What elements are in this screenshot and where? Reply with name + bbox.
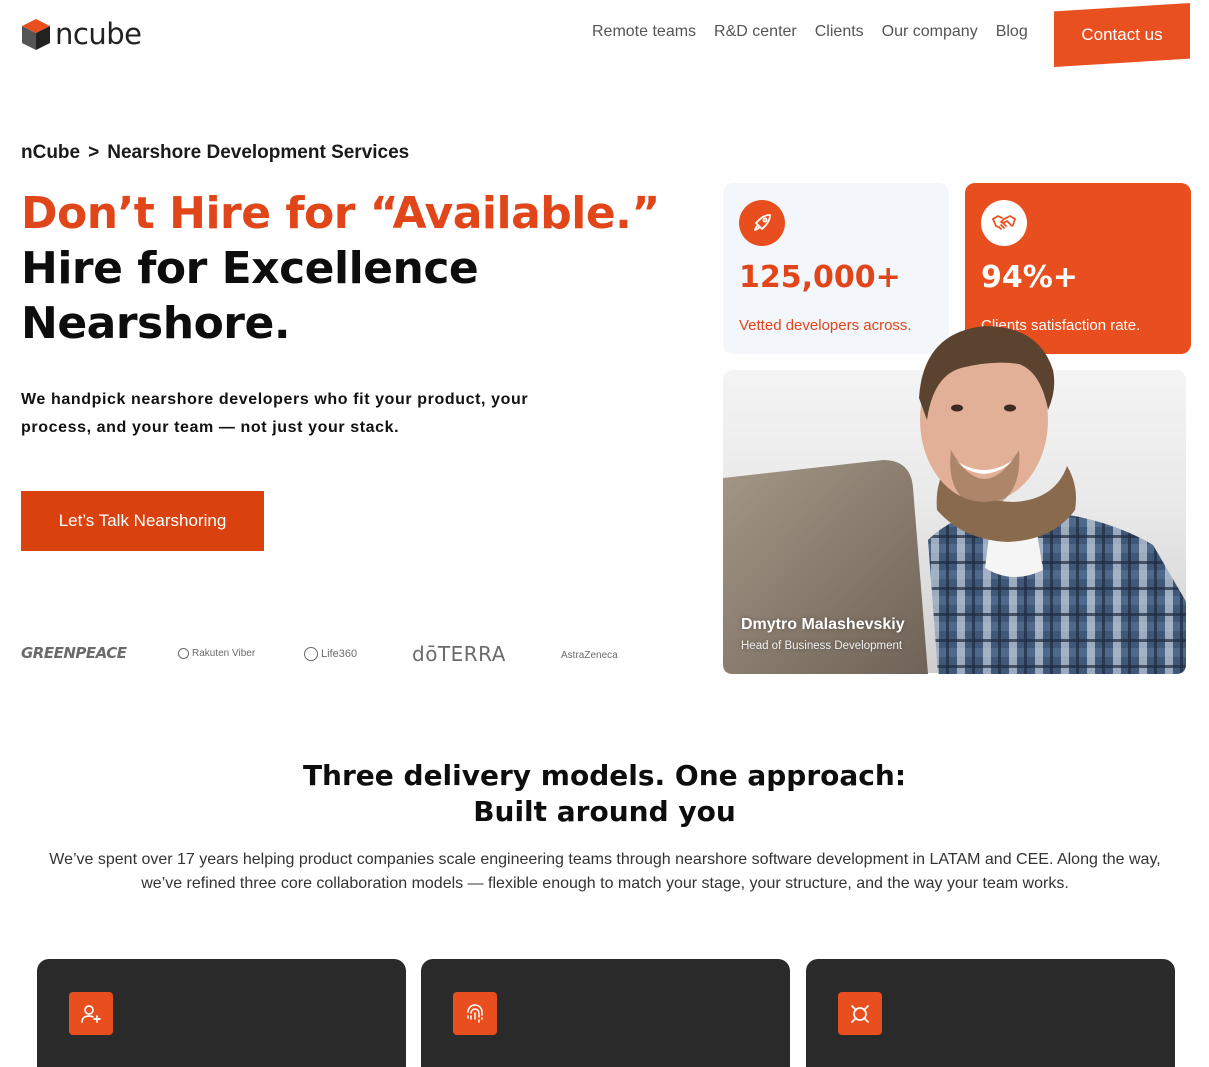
- nav-remote-teams[interactable]: Remote teams: [592, 23, 696, 41]
- doterra-logo: dōTERRA: [412, 642, 506, 666]
- hero-title-line2: Hire for Excellence: [21, 243, 479, 294]
- delivery-model-card-2[interactable]: [421, 959, 790, 1067]
- hero-title-line3: Nearshore.: [21, 298, 291, 349]
- stat-value-developers: 125,000+: [739, 260, 901, 295]
- breadcrumb: nCube > Nearshore Development Services: [21, 142, 409, 164]
- delivery-models-title: Three delivery models. One approach: Bui…: [0, 758, 1209, 830]
- user-plus-icon: [69, 992, 113, 1035]
- site-header: ncube Remote teams R&D center Clients Ou…: [0, 0, 1209, 80]
- person-name: Dmytro Malashevskiy: [741, 616, 905, 633]
- contact-us-button[interactable]: Contact us: [1054, 3, 1190, 67]
- greenpeace-logo: GREENPEACE: [21, 644, 127, 662]
- astrazeneca-logo: AstraZeneca: [561, 650, 618, 661]
- nav-clients[interactable]: Clients: [815, 23, 864, 41]
- logo-text: ncube: [55, 17, 142, 51]
- delivery-model-card-3[interactable]: [806, 959, 1175, 1067]
- viber-ring-icon: [178, 648, 189, 659]
- hero-subtitle: We handpick nearshore developers who fit…: [21, 391, 529, 436]
- handshake-icon: [981, 200, 1027, 246]
- breadcrumb-current: Nearshore Development Services: [107, 142, 410, 163]
- nav-blog[interactable]: Blog: [996, 23, 1028, 41]
- target-icon: [838, 992, 882, 1035]
- breadcrumb-separator: >: [88, 142, 100, 163]
- breadcrumb-home[interactable]: nCube: [21, 142, 80, 163]
- ncube-logo[interactable]: ncube: [21, 17, 142, 51]
- delivery-models-text: We’ve spent over 17 years helping produc…: [49, 851, 1161, 892]
- delivery-model-card-1[interactable]: [37, 959, 406, 1067]
- rocket-icon: [739, 200, 785, 246]
- delivery-title-line2: Built around you: [473, 795, 736, 828]
- lets-talk-button[interactable]: Let’s Talk Nearshoring: [21, 491, 264, 551]
- client-logos: GREENPEACE Rakuten Viber Life360 dōTERRA…: [21, 640, 641, 670]
- life360-ring-icon: [304, 647, 318, 661]
- hero-title: Don’t Hire for “Available.” Hire for Exc…: [21, 186, 701, 351]
- viber-logo: Rakuten Viber: [178, 648, 255, 659]
- life360-logo-text: Life360: [321, 647, 358, 660]
- hero-title-accent: Don’t Hire for “Available.”: [21, 188, 660, 239]
- fingerprint-icon: [453, 992, 497, 1035]
- main-nav: Remote teams R&D center Clients Our comp…: [592, 23, 1028, 41]
- delivery-title-line1: Three delivery models. One approach:: [302, 759, 907, 792]
- cube-logo-icon: [22, 19, 50, 50]
- stat-value-satisfaction: 94%+: [981, 260, 1078, 295]
- viber-logo-text: Rakuten Viber: [192, 648, 256, 660]
- life360-logo: Life360: [304, 647, 357, 661]
- person-role: Head of Business Development: [741, 640, 903, 652]
- nav-rd-center[interactable]: R&D center: [714, 23, 797, 41]
- nav-our-company[interactable]: Our company: [882, 23, 978, 41]
